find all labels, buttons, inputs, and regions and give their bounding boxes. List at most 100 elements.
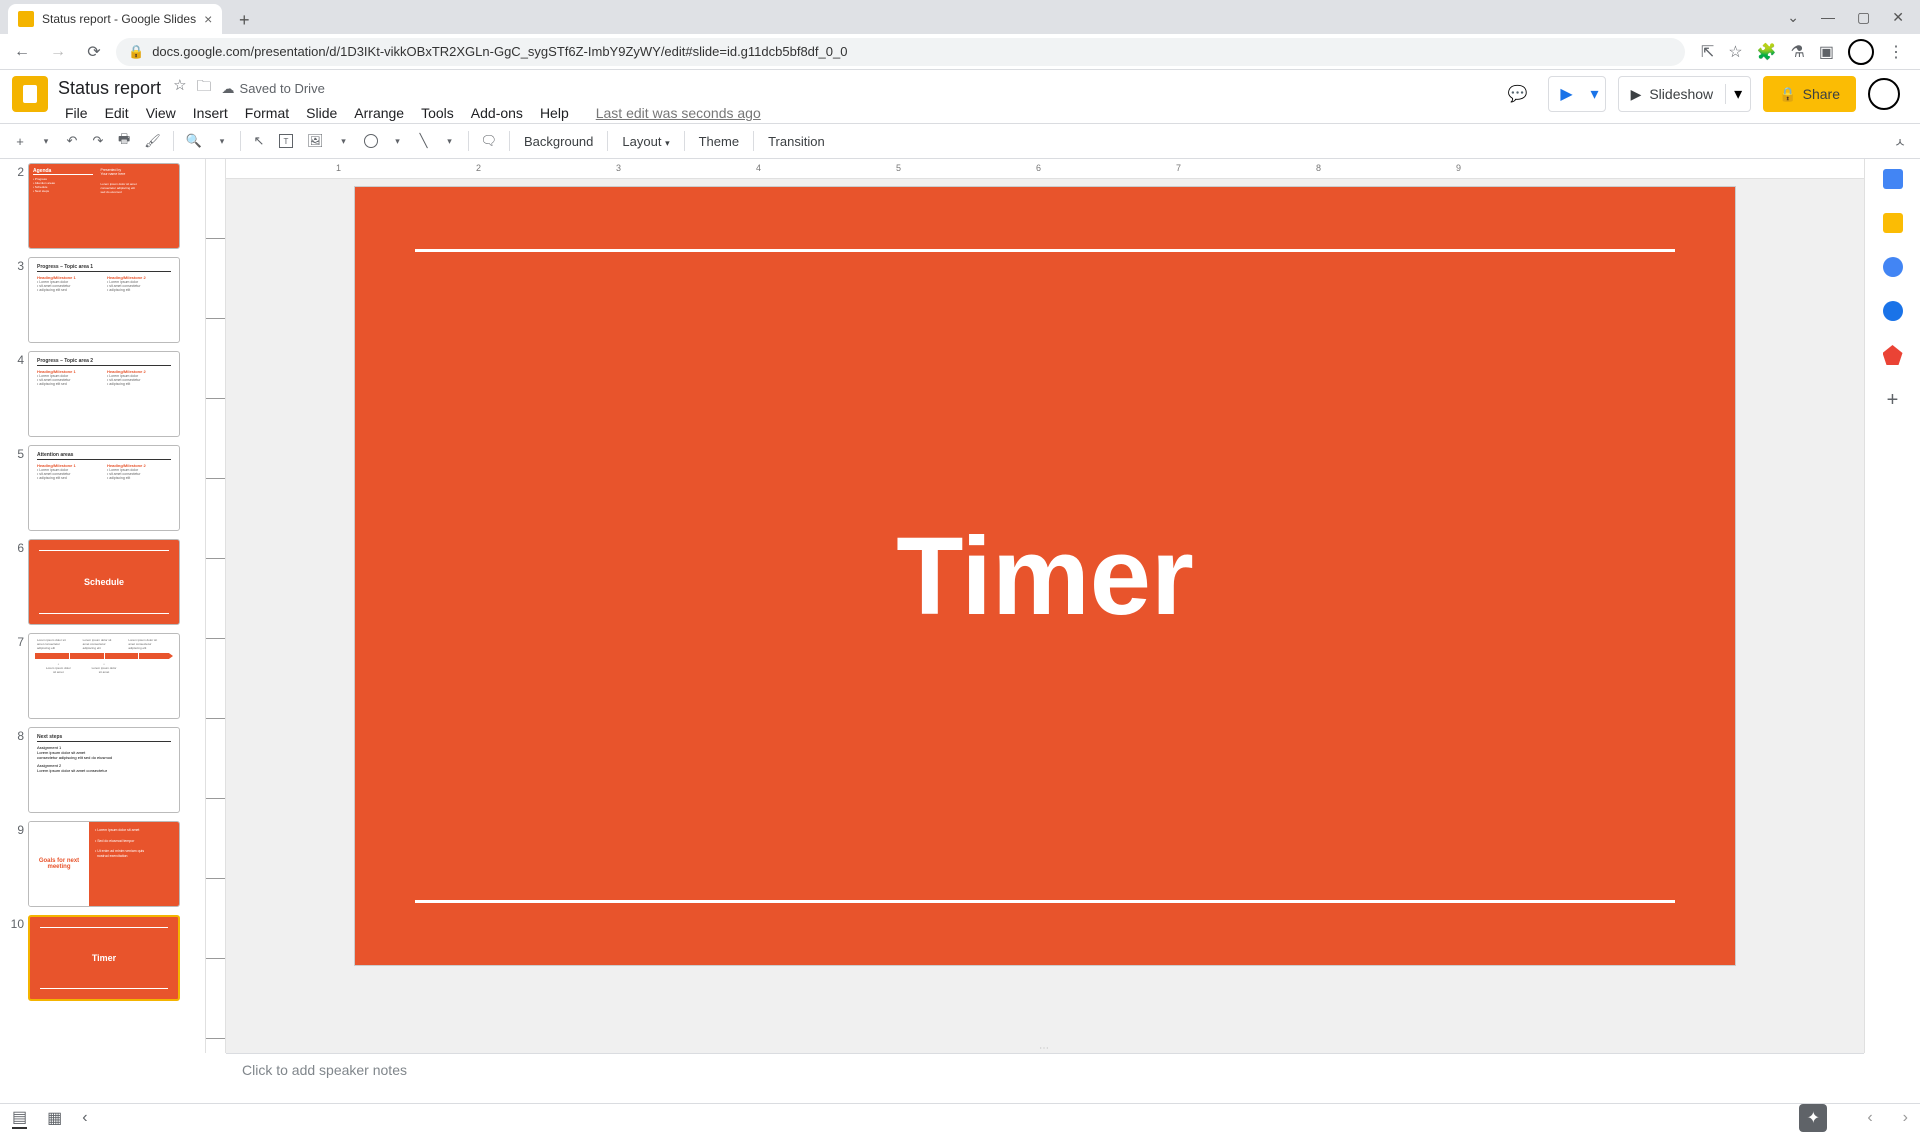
present-dropdown[interactable]: ▾ [1585,84,1605,104]
slideshow-dropdown[interactable]: ▾ [1725,84,1750,104]
url-field[interactable]: 🔒 docs.google.com/presentation/d/1D3IKt-… [116,38,1685,66]
menu-view[interactable]: View [139,103,183,123]
back-button[interactable]: ← [8,38,36,66]
background-button[interactable]: Background [516,130,601,153]
notes-placeholder: Click to add speaker notes [242,1062,407,1078]
slideshow-button[interactable]: ▶ Slideshow [1619,86,1726,103]
new-tab-button[interactable]: + [230,6,258,34]
image-dropdown[interactable]: ▾ [332,128,356,154]
speaker-notes[interactable]: Click to add speaker notes [226,1053,1864,1103]
menu-arrange[interactable]: Arrange [347,103,411,123]
new-slide-dropdown[interactable]: ▾ [34,128,58,154]
menu-insert[interactable]: Insert [186,103,235,123]
slide-canvas[interactable]: Timer [355,187,1735,965]
slides-logo[interactable] [12,76,48,112]
slide-thumbnail[interactable]: 6Schedule [10,539,205,625]
ruler-tick: 9 [1456,163,1461,173]
transition-button[interactable]: Transition [760,130,833,153]
slide-thumbnail[interactable]: 2Agenda• Progress• Attention areas• Sche… [10,163,205,249]
install-icon[interactable]: ⇱ [1701,42,1714,62]
slide-top-rule [415,249,1675,252]
slide-thumbnail[interactable]: 7Lorem ipsum dolor sitamet consecteturad… [10,633,205,719]
menu-tools[interactable]: Tools [414,103,461,123]
menu-edit[interactable]: Edit [98,103,136,123]
menu-addons[interactable]: Add-ons [464,103,530,123]
explore-button[interactable]: ✦ [1799,1104,1827,1132]
shape-tool[interactable] [358,128,384,154]
line-tool[interactable]: ╲ [412,128,436,154]
present-icon-button[interactable]: ▶ [1549,76,1585,112]
cloud-status[interactable]: ☁ Saved to Drive [222,76,325,101]
prev-slide-icon[interactable]: ‹ [1867,1109,1872,1127]
menu-slide[interactable]: Slide [299,103,344,123]
undo-button[interactable]: ↶ [60,128,84,154]
contacts-icon[interactable] [1883,301,1903,321]
reload-button[interactable]: ⟳ [80,38,108,66]
forward-button[interactable]: → [44,38,72,66]
layout-button[interactable]: Layout ▾ [614,130,677,153]
chevron-down-icon[interactable]: ⌄ [1787,9,1799,26]
keep-icon[interactable] [1883,213,1903,233]
move-icon[interactable]: 🗀 [197,76,212,101]
sidepanel-icon[interactable]: ▣ [1819,42,1834,62]
share-button[interactable]: 🔒 Share [1763,76,1856,112]
tasks-icon[interactable] [1883,257,1903,277]
print-button[interactable]: 🖶 [112,128,136,154]
comment-tool[interactable]: 🗨 [475,128,504,154]
bookmark-icon[interactable]: ☆ [1728,42,1742,62]
notes-resize-handle[interactable]: ⋯ [226,1043,1864,1053]
slides-favicon [18,11,34,27]
profile-avatar[interactable] [1848,39,1874,65]
slide-bottom-rule [415,900,1675,903]
grid-view-icon[interactable]: ▦ [47,1108,62,1128]
zoom-dropdown[interactable]: ▾ [210,128,234,154]
select-tool[interactable]: ↖ [247,128,271,154]
maps-icon[interactable] [1883,345,1903,365]
collapse-toolbar-icon[interactable]: ㅅ [1888,128,1912,154]
thumb-number: 7 [10,633,28,649]
slide-thumbnail[interactable]: 3Progress – Topic area 1Heading/Mileston… [10,257,205,343]
next-slide-icon[interactable]: › [1903,1109,1908,1127]
labs-icon[interactable]: ⚗ [1791,42,1805,62]
close-tab-icon[interactable]: × [204,11,212,27]
maximize-icon[interactable]: ▢ [1857,9,1870,26]
redo-button[interactable]: ↷ [86,128,110,154]
close-window-icon[interactable]: ✕ [1892,9,1904,26]
textbox-tool[interactable]: T [273,128,299,154]
thumb-number: 9 [10,821,28,837]
filmstrip-view-icon[interactable]: ▤ [12,1107,27,1129]
collapse-filmstrip-icon[interactable]: ‹ [82,1109,87,1127]
menu-file[interactable]: File [58,103,95,123]
slide-thumbnail[interactable]: 9Goals for next meeting• Lorem ipsum dol… [10,821,205,907]
minimize-icon[interactable]: ― [1821,9,1835,25]
slide-thumbnail[interactable]: 4Progress – Topic area 2Heading/Mileston… [10,351,205,437]
saved-text: Saved to Drive [240,81,325,96]
new-slide-button[interactable]: + [8,128,32,154]
paint-format-button[interactable]: 🖌 [138,128,167,154]
extensions-icon[interactable]: 🧩 [1757,42,1777,62]
ruler-tick: 3 [616,163,621,173]
ruler-tick: 5 [896,163,901,173]
account-avatar[interactable] [1868,78,1900,110]
menu-format[interactable]: Format [238,103,296,123]
zoom-button[interactable]: 🔍 [180,128,208,154]
vertical-ruler [206,159,226,1053]
slide-filmstrip[interactable]: 2Agenda• Progress• Attention areas• Sche… [0,159,206,1053]
lock-icon: 🔒 [1779,86,1796,103]
image-tool[interactable]: 🖼 [301,128,330,154]
theme-button[interactable]: Theme [691,130,747,153]
last-edit-link[interactable]: Last edit was seconds ago [589,103,768,123]
doc-title[interactable]: Status report [58,78,161,99]
calendar-icon[interactable] [1883,169,1903,189]
add-addon-icon[interactable]: + [1887,389,1899,412]
menu-help[interactable]: Help [533,103,576,123]
slide-thumbnail[interactable]: 8Next stepsAssignment 1Lorem ipsum dolor… [10,727,205,813]
kebab-menu-icon[interactable]: ⋮ [1888,42,1904,62]
shape-dropdown[interactable]: ▾ [386,128,410,154]
slide-thumbnail[interactable]: 5Attention areasHeading/Milestone 1• Lor… [10,445,205,531]
star-icon[interactable]: ☆ [173,76,186,101]
browser-tab[interactable]: Status report - Google Slides × [8,4,222,34]
comments-button[interactable]: 💬 [1500,76,1536,112]
slide-thumbnail[interactable]: 10Timer [10,915,205,1001]
line-dropdown[interactable]: ▾ [438,128,462,154]
